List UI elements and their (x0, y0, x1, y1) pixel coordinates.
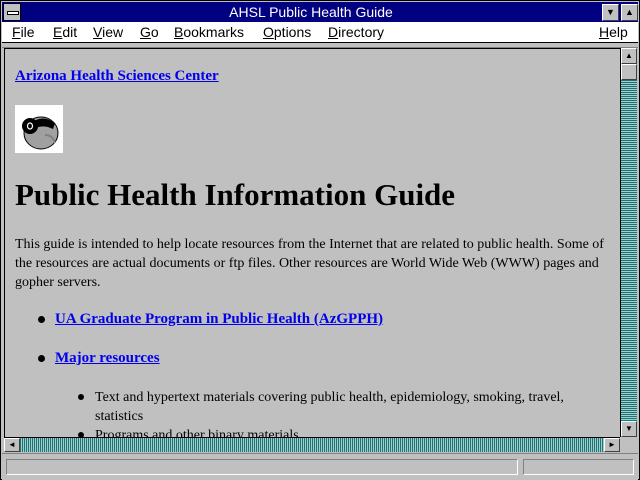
window-title: AHSL Public Health Guide (229, 4, 393, 20)
menu-bookmarks[interactable]: Bookmarks (174, 24, 244, 40)
ahsl-logo-image (15, 105, 63, 153)
list-item: Major resources (55, 349, 160, 368)
menu-help[interactable]: Help (599, 24, 628, 40)
major-resources-link[interactable]: Major resources (55, 350, 160, 366)
minimize-button[interactable]: ▼ (602, 4, 619, 21)
menu-bar: File Edit View Go Bookmarks Options Dire… (2, 22, 638, 43)
top-link-container: Arizona Health Sciences Center (15, 67, 219, 85)
arizona-health-sciences-link[interactable]: Arizona Health Sciences Center (15, 68, 219, 84)
progress-indicator (523, 459, 634, 475)
browser-window: AHSL Public Health Guide ▼ ▲ File Edit V… (0, 0, 640, 480)
horizontal-scrollbar[interactable]: ◄ ► (4, 437, 620, 452)
maximize-button[interactable]: ▲ (621, 4, 638, 21)
intro-paragraph: This guide is intended to help locate re… (15, 237, 604, 290)
menu-view[interactable]: View (93, 24, 123, 40)
system-menu-button[interactable] (3, 3, 21, 21)
bullet (38, 316, 45, 323)
vertical-scroll-track[interactable] (621, 64, 637, 421)
list-item: UA Graduate Program in Public Health (Az… (55, 310, 383, 329)
status-bar (2, 453, 638, 480)
scroll-up-button[interactable]: ▲ (621, 48, 637, 64)
page-content[interactable]: Arizona Health Sciences Center Public He… (4, 48, 620, 438)
list-item: Text and hypertext materials covering pu… (95, 390, 564, 424)
menu-directory[interactable]: Directory (328, 24, 384, 40)
menu-file[interactable]: File (12, 24, 35, 40)
page-title: Public Health Information Guide (15, 177, 456, 212)
vertical-scroll-thumb[interactable] (621, 64, 637, 80)
scroll-down-button[interactable]: ▼ (621, 421, 637, 437)
menu-go[interactable]: Go (140, 24, 159, 40)
menu-options[interactable]: Options (263, 24, 311, 40)
menu-edit[interactable]: Edit (53, 24, 77, 40)
horizontal-scroll-track[interactable] (20, 438, 604, 452)
title-bar[interactable]: AHSL Public Health Guide ▼ ▲ (2, 2, 638, 22)
scroll-right-button[interactable]: ► (604, 438, 620, 452)
bullet (78, 394, 84, 400)
bullet (38, 355, 45, 362)
scroll-left-button[interactable]: ◄ (4, 438, 20, 452)
vertical-scrollbar[interactable]: ▲ ▼ (620, 48, 637, 437)
azgpph-link[interactable]: UA Graduate Program in Public Health (Az… (55, 311, 383, 327)
status-message (6, 459, 518, 475)
